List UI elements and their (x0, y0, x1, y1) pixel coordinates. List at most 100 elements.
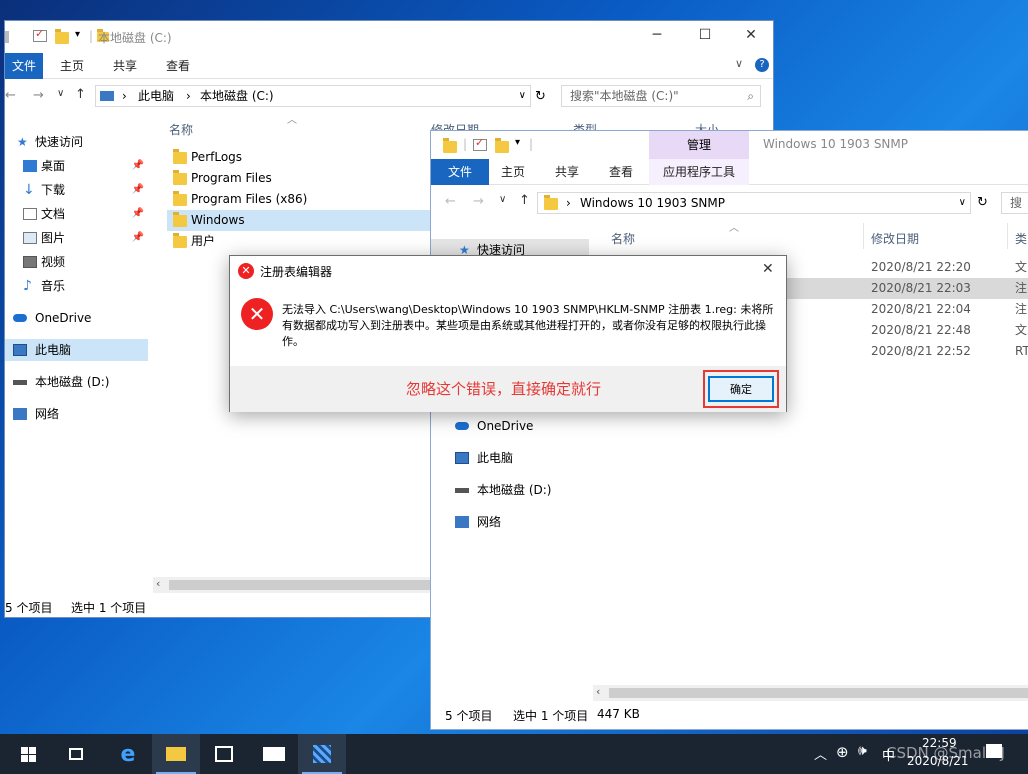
sidebar-item-network[interactable]: 网络 (5, 403, 150, 425)
scroll-left-icon[interactable]: ‹ (596, 685, 600, 698)
tab-share[interactable]: 共享 (549, 159, 585, 185)
sidebar-item-onedrive[interactable]: OneDrive (431, 415, 589, 437)
new-folder-icon[interactable] (55, 29, 69, 44)
back-arrow-icon[interactable]: ← (445, 194, 456, 209)
tab-application-tools[interactable]: 应用程序工具 (649, 159, 749, 185)
pin-icon[interactable]: 📌 (132, 179, 144, 201)
column-header-name[interactable]: 名称 (611, 230, 635, 247)
recent-dropdown-icon[interactable]: ∨ (499, 194, 506, 205)
sidebar-item-music[interactable]: ♪ 音乐 (5, 275, 150, 297)
refresh-icon[interactable]: ↻ (535, 89, 546, 104)
address-bar[interactable]: › Windows 10 1903 SNMP ∨ (537, 192, 971, 214)
scrollbar-thumb[interactable] (169, 580, 431, 590)
tab-view[interactable]: 查看 (603, 159, 639, 185)
sidebar-item-drive-d[interactable]: 本地磁盘 (D:) (5, 371, 150, 393)
list-item[interactable]: Windows (167, 210, 437, 231)
sidebar-item-desktop[interactable]: 桌面 📌 (5, 155, 150, 177)
sidebar-item-documents[interactable]: 文档 📌 (5, 203, 150, 225)
annotation-text: 忽略这个错误，直接确定就行 (406, 380, 602, 398)
new-folder-icon[interactable] (495, 138, 509, 153)
forward-arrow-icon[interactable]: → (33, 88, 44, 103)
tab-home[interactable]: 主页 (55, 53, 89, 79)
task-view-button[interactable] (52, 734, 100, 774)
tab-share[interactable]: 共享 (108, 53, 142, 79)
store-button[interactable] (200, 734, 248, 774)
customize-dropdown-icon[interactable]: ▾ (75, 29, 80, 40)
breadcrumb-this-pc[interactable]: 此电脑 (138, 86, 174, 106)
ok-button[interactable]: 确定 (708, 376, 774, 402)
mail-button[interactable] (250, 734, 298, 774)
recent-dropdown-icon[interactable]: ∨ (57, 88, 64, 99)
refresh-icon[interactable]: ↻ (977, 195, 988, 210)
tab-home[interactable]: 主页 (495, 159, 531, 185)
search-input[interactable]: 搜 (1001, 192, 1028, 214)
tab-file[interactable]: 文件 (5, 53, 43, 79)
sidebar-item-network[interactable]: 网络 (431, 511, 589, 533)
forward-arrow-icon[interactable]: → (473, 194, 484, 209)
sidebar-item-drive-d[interactable]: 本地磁盘 (D:) (431, 479, 589, 501)
sidebar-item-pictures[interactable]: 图片 📌 (5, 227, 150, 249)
edge-button[interactable]: e (104, 734, 152, 774)
column-header-type[interactable]: 类 (1015, 230, 1027, 247)
address-dropdown-icon[interactable]: ∨ (959, 193, 966, 213)
column-header-date[interactable]: 修改日期 (871, 230, 919, 247)
show-hidden-icons-chevron-icon[interactable]: ︿ (814, 744, 827, 763)
expand-ribbon-icon[interactable]: ∨ (735, 57, 743, 70)
maximize-button[interactable]: ☐ (695, 27, 715, 43)
list-item[interactable]: 用户 (167, 231, 437, 252)
tab-view[interactable]: 查看 (161, 53, 195, 79)
sidebar-item-this-pc[interactable]: 此电脑 (5, 339, 148, 361)
error-dialog[interactable]: ✕ 注册表编辑器 ✕ ✕ 无法导入 C:\Users\wang\Desktop\… (229, 255, 787, 412)
breadcrumb-folder[interactable]: Windows 10 1903 SNMP (580, 193, 725, 213)
tab-manage[interactable]: 管理 (649, 131, 749, 159)
pin-icon[interactable]: 📌 (132, 203, 144, 225)
properties-icon[interactable] (473, 136, 487, 151)
start-button[interactable] (4, 734, 52, 774)
customize-dropdown-icon[interactable]: ▾ (515, 137, 520, 148)
up-arrow-icon[interactable]: ↑ (519, 193, 530, 208)
quick-access-toolbar-icon[interactable] (5, 31, 9, 43)
search-input[interactable]: 搜索"本地磁盘 (C:)" ⌕ (561, 85, 761, 107)
address-dropdown-icon[interactable]: ∨ (519, 86, 526, 106)
sidebar-item-onedrive[interactable]: OneDrive (5, 307, 150, 329)
tab-file[interactable]: 文件 (431, 159, 489, 185)
registry-editor-button[interactable] (298, 734, 346, 774)
list-item[interactable]: Program Files (x86) (167, 189, 437, 210)
back-arrow-icon[interactable]: ← (5, 88, 16, 103)
address-bar[interactable]: › 此电脑 › 本地磁盘 (C:) ∨ (95, 85, 531, 107)
drive-icon (455, 488, 469, 493)
status-selection: 选中 1 个项目 (71, 601, 147, 615)
scrollbar-thumb[interactable] (609, 688, 1028, 698)
network-globe-icon[interactable]: ⊕ (836, 743, 849, 761)
title-bar[interactable]: | ▾ | 管理 Windows 10 1903 SNMP (431, 131, 1028, 159)
scroll-left-icon[interactable]: ‹ (156, 577, 160, 590)
properties-icon[interactable] (33, 27, 47, 42)
help-icon[interactable]: ? (755, 58, 769, 72)
column-divider (1007, 223, 1008, 249)
status-selection: 选中 1 个项目 (513, 709, 589, 723)
minimize-button[interactable]: ─ (647, 27, 667, 43)
list-item[interactable]: PerfLogs (167, 147, 437, 168)
sidebar-item-this-pc[interactable]: 此电脑 (431, 447, 589, 469)
dialog-close-button[interactable]: ✕ (762, 261, 774, 277)
folder-icon (173, 233, 187, 248)
window-title: 本地磁盘 (C:) (98, 31, 172, 45)
explorer-window-snmp[interactable]: | ▾ | 管理 Windows 10 1903 SNMP 文件 主页 共享 查… (430, 130, 1028, 730)
pin-icon[interactable]: 📌 (132, 155, 144, 177)
up-arrow-icon[interactable]: ↑ (75, 87, 86, 102)
horizontal-scrollbar[interactable]: ‹ (153, 577, 433, 593)
file-explorer-button[interactable] (152, 734, 200, 774)
close-button[interactable]: ✕ (741, 27, 761, 43)
horizontal-scrollbar[interactable]: ‹ (593, 685, 1028, 701)
volume-icon[interactable]: 🕪 (858, 743, 867, 759)
star-icon: ★ (17, 135, 28, 149)
notification-center-icon[interactable] (986, 744, 1002, 758)
sidebar-item-downloads[interactable]: ↓ 下载 📌 (5, 179, 150, 201)
list-item[interactable]: Program Files (167, 168, 437, 189)
title-bar[interactable]: ▾ | 本地磁盘 (C:) ─ ☐ ✕ (5, 21, 773, 53)
sidebar-item-videos[interactable]: 视频 (5, 251, 150, 273)
pin-icon[interactable]: 📌 (132, 227, 144, 249)
breadcrumb-c-drive[interactable]: 本地磁盘 (C:) (200, 86, 274, 106)
sidebar-item-quick-access[interactable]: ★ 快速访问 (5, 131, 150, 153)
column-header-name[interactable]: 名称 (169, 121, 193, 138)
